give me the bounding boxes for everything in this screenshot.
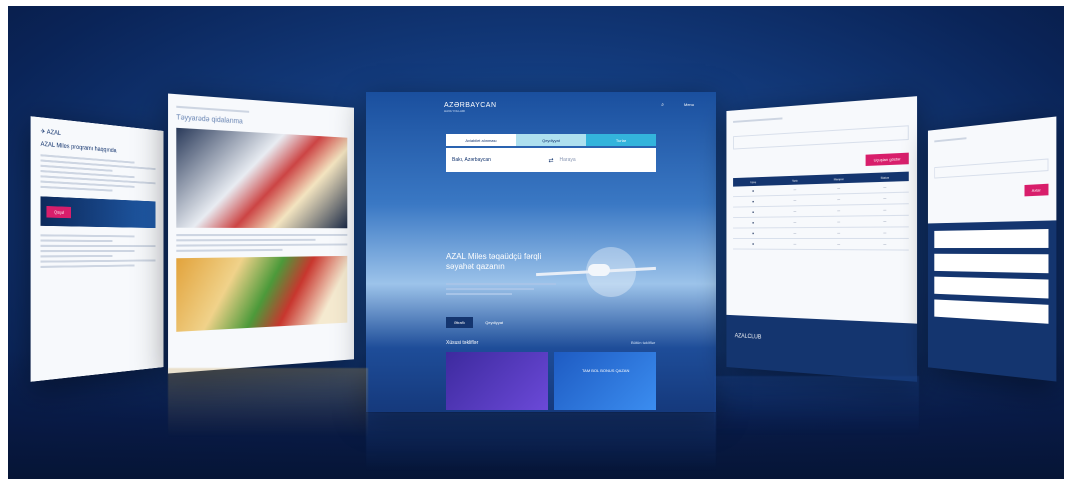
tab-checkin[interactable]: Qeydiyyat: [516, 134, 586, 146]
meal-tray-image: [176, 127, 348, 229]
tab-flights[interactable]: Aviabilet alınması: [446, 134, 516, 146]
date-field[interactable]: [934, 158, 1049, 179]
result-card[interactable]: [934, 276, 1049, 299]
airplane-image: [536, 242, 656, 302]
offer-card-2[interactable]: TAM BOL BONUS QAZAN: [554, 352, 656, 410]
result-card[interactable]: [934, 228, 1049, 249]
page-homepage: AZƏRBAYCAN HAVA YOLLARI ⌕ Menu Aviabilet…: [366, 92, 716, 412]
page-booking-results: Axtar: [927, 116, 1057, 382]
search-icon[interactable]: ⌕: [661, 102, 664, 108]
tab-tours[interactable]: Turlar: [586, 134, 656, 146]
center-reflection: [366, 412, 716, 472]
result-card[interactable]: [934, 299, 1049, 324]
hero-register-link[interactable]: Qeydiyyat: [485, 320, 503, 325]
left-reflection: [168, 368, 368, 438]
results-panel: [927, 220, 1057, 382]
azalclub-logo[interactable]: AZALCLUB: [735, 333, 762, 340]
menu-button[interactable]: Menu: [684, 102, 694, 107]
page-azal-miles-info: ✈ AZAL AZAL Miles proqramı haqqında Qoşu…: [30, 116, 164, 382]
show-flights-button[interactable]: Uçuşları göstər: [865, 152, 909, 166]
booking-tabs: Aviabilet alınması Qeydiyyat Turlar: [446, 134, 656, 146]
to-field[interactable]: Haraya: [560, 157, 650, 163]
page-inflight-meals: Təyyarədə qidalanma: [168, 93, 355, 374]
result-card[interactable]: [934, 253, 1049, 274]
join-button[interactable]: Qoşul: [46, 206, 72, 219]
offer-card-1[interactable]: [446, 352, 548, 410]
page-flight-schedule: Uçuşları göstər Uçuş Tarix Marşrut Statu…: [726, 96, 918, 382]
offers-link[interactable]: Bütün təkliflər: [631, 340, 655, 345]
promo-banner: Qoşul: [40, 196, 156, 229]
offers-title: Xüsusi təkliflər: [446, 340, 479, 346]
swap-icon[interactable]: ⇄: [548, 157, 553, 164]
search-button[interactable]: Axtar: [1024, 183, 1049, 197]
right-reflection: [714, 376, 919, 436]
search-bar: Bakı, Azərbaycan ⇄ Haraya: [446, 148, 656, 172]
table-row[interactable]: ■ — — —: [733, 239, 909, 251]
route-field[interactable]: [733, 125, 909, 150]
table-row[interactable]: ■ — — —: [733, 227, 909, 239]
hero-more-button[interactable]: Ətraflı: [446, 317, 473, 328]
from-field[interactable]: Bakı, Azərbaycan: [452, 157, 542, 163]
showcase-stage: ✈ AZAL AZAL Miles proqramı haqqında Qoşu…: [8, 6, 1064, 479]
brand-logo[interactable]: AZƏRBAYCAN HAVA YOLLARI: [444, 102, 497, 113]
food-image: [176, 255, 348, 332]
